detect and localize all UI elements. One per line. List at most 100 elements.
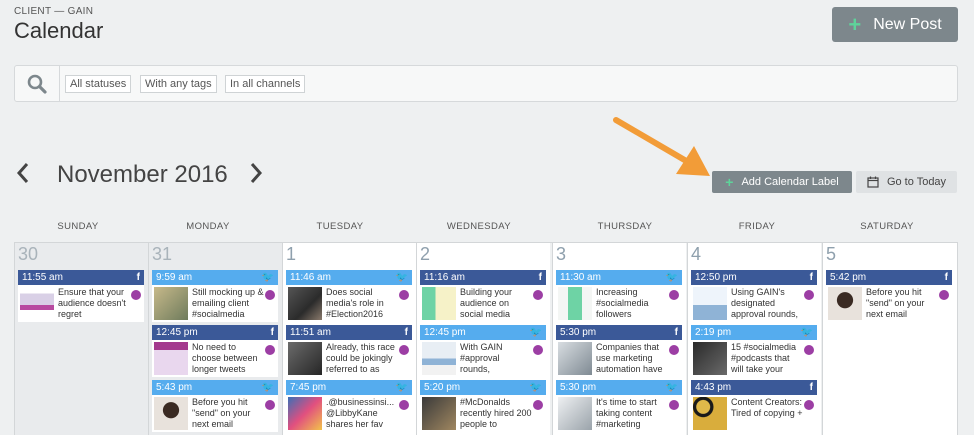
- post-time: 11:55 am: [22, 272, 63, 283]
- post-thumbnail: [422, 287, 456, 320]
- post-text: Companies that use marketing automation …: [596, 342, 663, 374]
- channels-filter[interactable]: In all channels: [225, 75, 306, 93]
- status-dot: [533, 290, 543, 300]
- day-header-tuesday: TUESDAY: [316, 221, 364, 232]
- post-text: Before you hit "send" on your next email: [866, 287, 925, 319]
- post-card[interactable]: 12:45 pm f No need to choose between long…: [152, 325, 278, 377]
- status-dot: [265, 290, 275, 300]
- post-card[interactable]: 11:51 am f Already, this race could be jo…: [286, 325, 412, 377]
- client-breadcrumb: CLIENT — GAIN: [14, 6, 94, 17]
- post-card[interactable]: 11:16 am f Building your audience on soci…: [420, 270, 546, 322]
- post-thumbnail: [422, 397, 456, 430]
- post-thumbnail: [693, 397, 727, 430]
- next-month-button[interactable]: [249, 160, 263, 191]
- post-text: .@businessinsi... @LibbyKane shares her …: [326, 397, 395, 429]
- plus-icon: +: [848, 11, 862, 37]
- post-text: Increasing #socialmedia followers: [596, 287, 649, 319]
- go-to-today-label: Go to Today: [886, 176, 947, 188]
- post-text: Still mocking up & emailing client #soci…: [192, 287, 264, 319]
- previous-month-button[interactable]: [16, 160, 30, 191]
- post-card[interactable]: 7:45 pm 🐦 .@businessinsi... @LibbyKane sh…: [286, 380, 412, 432]
- day-header-friday: FRIDAY: [738, 221, 776, 232]
- post-thumbnail: [828, 287, 862, 320]
- day-number: 4: [691, 244, 702, 264]
- post-time: 12:45 pm: [156, 327, 198, 338]
- day-cell-30[interactable]: 30 11:55 am f Ensure that your audience d…: [14, 243, 148, 435]
- post-card[interactable]: 11:55 am f Ensure that your audience does…: [18, 270, 144, 322]
- status-dot: [265, 400, 275, 410]
- status-dot: [399, 290, 409, 300]
- status-dot: [669, 400, 679, 410]
- status-dot: [804, 290, 814, 300]
- day-number: 5: [826, 244, 837, 264]
- twitter-icon: 🐦: [261, 382, 274, 393]
- post-time: 11:30 am: [560, 272, 601, 283]
- post-card[interactable]: 5:30 pm 🐦 It's time to start taking conte…: [556, 380, 682, 432]
- post-card[interactable]: 11:30 am 🐦 Increasing #socialmedia follow…: [556, 270, 682, 322]
- post-time: 5:30 pm: [560, 382, 597, 393]
- chevron-left-icon: [16, 163, 29, 183]
- post-thumbnail: [558, 287, 592, 320]
- add-calendar-label-button[interactable]: + Add Calendar Label: [712, 171, 852, 193]
- post-time: 12:50 pm: [695, 272, 737, 283]
- post-thumbnail: [288, 342, 322, 375]
- post-thumbnail: [693, 287, 727, 320]
- post-card[interactable]: 5:42 pm f Before you hit "send" on your n…: [826, 270, 952, 322]
- post-card[interactable]: 5:30 pm f Companies that use marketing au…: [556, 325, 682, 377]
- status-dot: [533, 400, 543, 410]
- new-post-button[interactable]: + New Post: [832, 7, 958, 42]
- post-thumbnail: [558, 342, 592, 375]
- annotation-arrow: [613, 117, 710, 176]
- status-dot: [399, 345, 409, 355]
- post-time: 2:19 pm: [695, 327, 732, 338]
- post-time: 9:59 am: [156, 272, 193, 283]
- post-card[interactable]: 2:19 pm 🐦 15 #socialmedia #podcasts that …: [691, 325, 817, 377]
- post-card[interactable]: 12:45 pm 🐦 With GAIN #approval rounds,: [420, 325, 546, 377]
- status-dot: [131, 290, 141, 300]
- post-thumbnail: [288, 397, 322, 430]
- day-number: 1: [286, 244, 297, 264]
- go-to-today-button[interactable]: Go to Today: [856, 171, 957, 193]
- page-title: Calendar: [14, 18, 104, 43]
- day-cell-31[interactable]: 31 9:59 am 🐦 Still mocking up & emailing …: [148, 243, 282, 435]
- facebook-icon: f: [538, 272, 542, 283]
- post-thumbnail: [20, 287, 54, 320]
- post-card[interactable]: 9:59 am 🐦 Still mocking up & emailing cli…: [152, 270, 278, 322]
- twitter-icon: 🐦: [665, 272, 678, 283]
- post-text: With GAIN #approval rounds,: [460, 342, 503, 374]
- day-cell-1[interactable]: 1 11:46 am 🐦 Does social media's role in …: [282, 243, 416, 435]
- day-cell-3[interactable]: 3 11:30 am 🐦 Increasing #socialmedia foll…: [552, 243, 686, 435]
- post-time: 4:43 pm: [695, 382, 732, 393]
- day-cell-2[interactable]: 2 11:16 am f Building your audience on so…: [416, 243, 550, 435]
- post-card[interactable]: 11:46 am 🐦 Does social media's role in #E…: [286, 270, 412, 322]
- post-thumbnail: [154, 287, 188, 320]
- post-text: Before you hit "send" on your next email: [192, 397, 251, 429]
- day-cell-4[interactable]: 4 12:50 pm f Using GAIN's designated appr…: [687, 243, 821, 435]
- calendar-grid: 30 11:55 am f Ensure that your audience d…: [14, 242, 958, 435]
- post-text: Content Creators: Tired of copying +: [731, 397, 803, 418]
- status-dot: [533, 345, 543, 355]
- twitter-icon: 🐦: [665, 382, 678, 393]
- post-thumbnail: [288, 287, 322, 320]
- facebook-icon: f: [270, 327, 274, 338]
- plus-icon: +: [725, 174, 734, 190]
- facebook-icon: f: [809, 272, 813, 283]
- post-thumbnail: [422, 342, 456, 375]
- post-card[interactable]: 5:43 pm 🐦 Before you hit "send" on your n…: [152, 380, 278, 432]
- status-dot: [804, 345, 814, 355]
- status-dot: [939, 290, 949, 300]
- day-header-sunday: SUNDAY: [57, 221, 99, 232]
- tags-filter[interactable]: With any tags: [140, 75, 217, 93]
- post-text: Already, this race could be jokingly ref…: [326, 342, 395, 374]
- status-filter[interactable]: All statuses: [65, 75, 132, 93]
- post-card[interactable]: 5:20 pm 🐦 #McDonalds recently hired 200 p…: [420, 380, 546, 432]
- chevron-right-icon: [250, 163, 263, 183]
- post-time: 5:42 pm: [830, 272, 867, 283]
- twitter-icon: 🐦: [800, 327, 813, 338]
- post-card[interactable]: 12:50 pm f Using GAIN's designated approv…: [691, 270, 817, 322]
- post-card[interactable]: 4:43 pm f Content Creators: Tired of copy…: [691, 380, 817, 432]
- post-time: 5:20 pm: [424, 382, 461, 393]
- day-cell-5[interactable]: 5 5:42 pm f Before you hit "send" on your…: [822, 243, 958, 435]
- search-button[interactable]: [15, 66, 60, 101]
- post-time: 5:43 pm: [156, 382, 193, 393]
